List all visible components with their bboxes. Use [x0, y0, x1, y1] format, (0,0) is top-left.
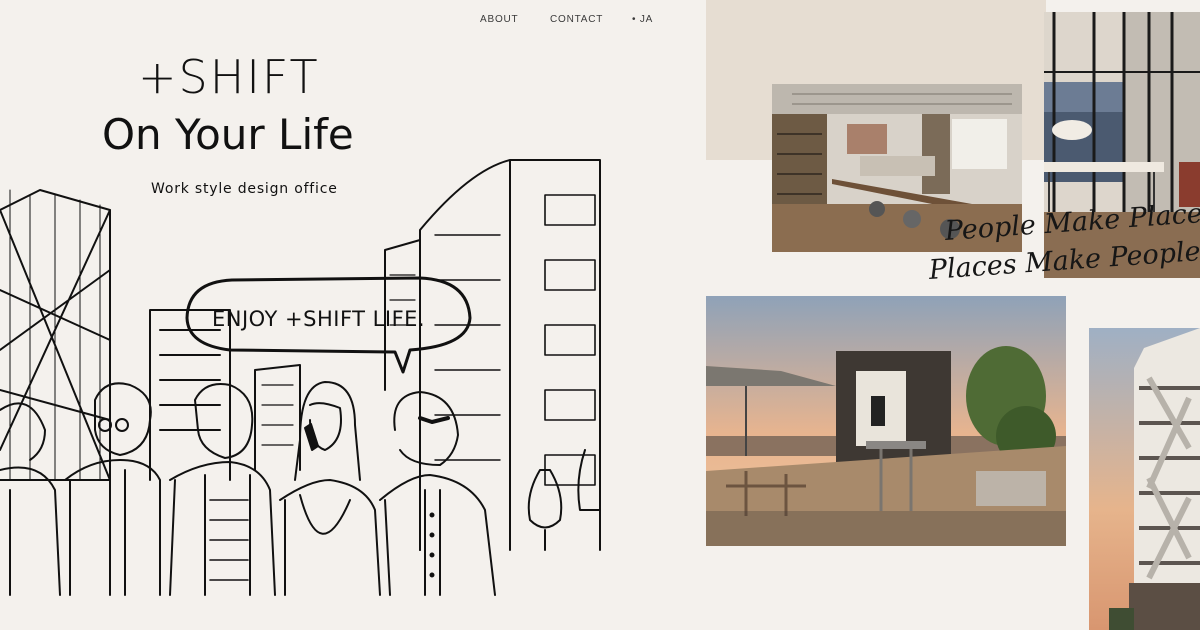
tree-drawing	[527, 449, 601, 551]
nav-contact-link[interactable]: CONTACT	[550, 14, 603, 25]
rooftop-terrace-photo	[706, 296, 1066, 546]
nav-about-link[interactable]: ABOUT	[480, 14, 518, 25]
logo-title: +SHIFT	[138, 50, 320, 104]
tall-building-drawing	[384, 159, 601, 551]
speech-bubble-text: ENJOY +SHIFT LIFE.	[212, 307, 426, 331]
city-people-illustration	[0, 159, 601, 596]
small-building-drawing	[254, 364, 301, 471]
language-switch-link[interactable]: • JA	[632, 14, 653, 25]
lattice-tower-drawing	[0, 189, 111, 481]
building-exterior-photo	[1089, 328, 1200, 630]
